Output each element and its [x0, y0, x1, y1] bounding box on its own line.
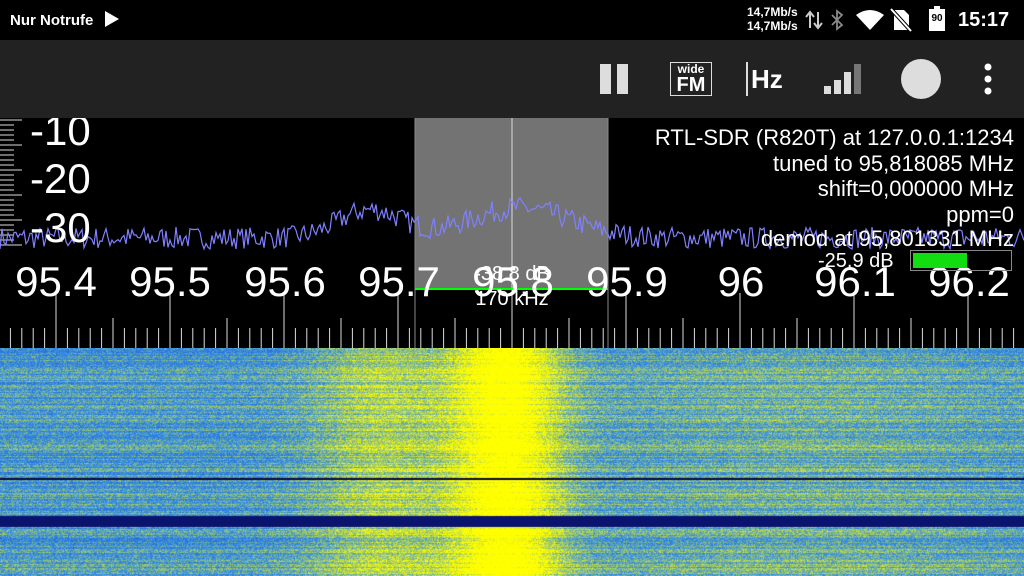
selection-bandwidth-label: 170 kHz — [475, 288, 549, 310]
db-scale-ticks — [0, 119, 22, 246]
bluetooth-icon — [831, 9, 844, 31]
device-info: RTL-SDR (R820T) at 127.0.0.1:1234 — [654, 125, 1014, 150]
mode-button[interactable]: wide FM — [670, 58, 714, 100]
db-label: -10 — [30, 118, 91, 154]
freq-label: 95.6 — [244, 258, 326, 305]
wifi-icon — [856, 10, 884, 30]
more-options-button[interactable] — [976, 58, 1000, 100]
unit-button[interactable]: Hz — [746, 58, 794, 100]
pause-icon — [600, 64, 628, 94]
unit-label: Hz — [751, 64, 783, 94]
freq-label: 95.7 — [358, 258, 440, 305]
data-arrows-icon — [805, 10, 823, 30]
toolbar: wide FM Hz — [0, 40, 1024, 118]
record-icon — [901, 59, 941, 99]
selection-level-label: -38.8 dB — [474, 263, 550, 285]
tuned-info: tuned to 95,818085 MHz — [773, 151, 1014, 176]
battery-icon: 90 — [928, 6, 946, 32]
status-bar: Nur Notrufe 14,7Mb/s 14,7Mb/s 90 15:17 — [0, 0, 1024, 40]
demod-info: demod at 95,801331 MHz — [760, 226, 1014, 251]
db-label: -20 — [30, 155, 91, 202]
unit-icon: Hz — [746, 62, 783, 96]
no-sim-icon — [890, 8, 912, 32]
waterfall-canvas — [0, 348, 1024, 576]
freq-label: 96 — [717, 258, 765, 305]
signal-button[interactable] — [824, 58, 866, 100]
more-vert-icon — [984, 63, 992, 95]
carrier-label: Nur Notrufe — [10, 12, 94, 29]
signal-bars-icon — [824, 64, 861, 94]
shift-info: shift=0,000000 MHz — [817, 176, 1014, 201]
clock: 15:17 — [958, 9, 1010, 31]
network-speed: 14,7Mb/s 14,7Mb/s — [747, 5, 798, 33]
mode-icon: wide FM — [670, 62, 712, 96]
play-icon — [105, 11, 119, 27]
freq-label: 95.4 — [15, 258, 97, 305]
freq-label: 95.9 — [586, 258, 668, 305]
pause-button[interactable] — [598, 58, 632, 100]
record-button[interactable] — [900, 58, 942, 100]
db-label: -30 — [30, 204, 91, 251]
squelch-level-label: -25.9 dB — [818, 250, 894, 272]
waterfall-view[interactable] — [0, 348, 1024, 576]
mode-bottom-label: FM — [676, 74, 706, 96]
ppm-info: ppm=0 — [946, 202, 1014, 227]
net-down-label: 14,7Mb/s — [747, 19, 798, 33]
battery-level: 90 — [931, 13, 943, 24]
squelch-meter-fill — [913, 253, 967, 268]
squelch-meter[interactable] — [910, 250, 1012, 271]
spectrum-view[interactable]: -10 -20 -30 95.4 95.5 95.6 95.7 95.8 95.… — [0, 118, 1024, 348]
freq-label: 95.5 — [129, 258, 211, 305]
net-up-label: 14,7Mb/s — [747, 5, 798, 19]
